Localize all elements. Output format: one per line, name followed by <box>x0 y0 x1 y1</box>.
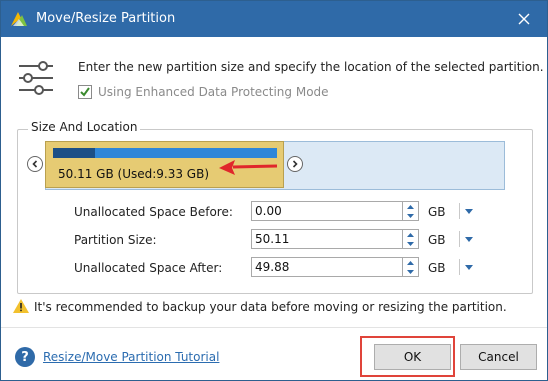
chevron-right-icon <box>292 160 298 168</box>
cancel-button[interactable]: Cancel <box>460 344 537 370</box>
intro-text: Enter the new partition size and specify… <box>78 60 544 74</box>
ok-highlight-box <box>360 336 455 377</box>
unallocated-before-unit: GB <box>428 205 446 219</box>
warning-icon <box>13 299 29 313</box>
footer-divider <box>1 327 547 328</box>
unallocated-after-input[interactable] <box>251 257 403 277</box>
caret-up-icon <box>407 204 414 209</box>
caret-down-icon <box>407 241 414 246</box>
resize-right-handle[interactable] <box>287 156 303 172</box>
caret-up-icon <box>407 232 414 237</box>
unallocated-after-spinner[interactable] <box>403 257 419 277</box>
help-icon[interactable]: ? <box>15 347 35 367</box>
unit-separator <box>459 259 460 275</box>
spin-up-button[interactable] <box>403 230 418 239</box>
chevron-left-icon <box>32 160 38 168</box>
partition-size-spinner[interactable] <box>403 229 419 249</box>
unallocated-after-unit: GB <box>428 261 446 275</box>
spin-down-button[interactable] <box>403 211 418 220</box>
spin-up-button[interactable] <box>403 258 418 267</box>
caret-down-icon <box>407 213 414 218</box>
close-button[interactable] <box>501 1 547 37</box>
settings-sliders-icon <box>19 61 53 95</box>
group-title: Size And Location <box>28 120 141 134</box>
chevron-down-icon <box>465 264 473 270</box>
move-left-handle[interactable] <box>27 156 43 172</box>
chevron-down-icon <box>465 236 473 242</box>
unallocated-before-input[interactable] <box>251 201 403 221</box>
app-logo-icon <box>11 12 27 26</box>
checkmark-icon <box>80 87 90 97</box>
unallocated-after-unit-dropdown[interactable] <box>463 259 475 275</box>
partition-size-unit-dropdown[interactable] <box>463 231 475 247</box>
protect-mode-row[interactable]: Using Enhanced Data Protecting Mode <box>78 85 329 99</box>
spin-down-button[interactable] <box>403 239 418 248</box>
red-arrow-icon <box>219 160 278 175</box>
spin-down-button[interactable] <box>403 267 418 276</box>
caret-up-icon <box>407 260 414 265</box>
partition-size-input[interactable] <box>251 229 403 249</box>
partition-size-field-label: Partition Size: <box>74 233 157 247</box>
partition-size-label: 50.11 GB (Used:9.33 GB) <box>58 167 210 181</box>
spin-up-button[interactable] <box>403 202 418 211</box>
caret-down-icon <box>407 269 414 274</box>
chevron-down-icon <box>465 208 473 214</box>
unit-separator <box>459 231 460 247</box>
window-title: Move/Resize Partition <box>36 11 176 26</box>
warning-message: It's recommended to backup your data bef… <box>34 300 507 314</box>
unallocated-before-unit-dropdown[interactable] <box>463 203 475 219</box>
move-resize-dialog: Move/Resize Partition Enter the new part… <box>0 0 548 381</box>
tutorial-link[interactable]: Resize/Move Partition Tutorial <box>43 350 219 364</box>
protect-mode-checkbox[interactable] <box>78 85 92 99</box>
title-bar: Move/Resize Partition <box>1 1 547 37</box>
unallocated-before-spinner[interactable] <box>403 201 419 221</box>
unallocated-before-label: Unallocated Space Before: <box>74 205 233 219</box>
used-space-fill <box>53 148 95 158</box>
unallocated-after-label: Unallocated Space After: <box>74 261 223 275</box>
close-icon <box>518 13 530 25</box>
unit-separator <box>459 203 460 219</box>
protect-mode-label: Using Enhanced Data Protecting Mode <box>98 85 329 99</box>
partition-size-unit: GB <box>428 233 446 247</box>
